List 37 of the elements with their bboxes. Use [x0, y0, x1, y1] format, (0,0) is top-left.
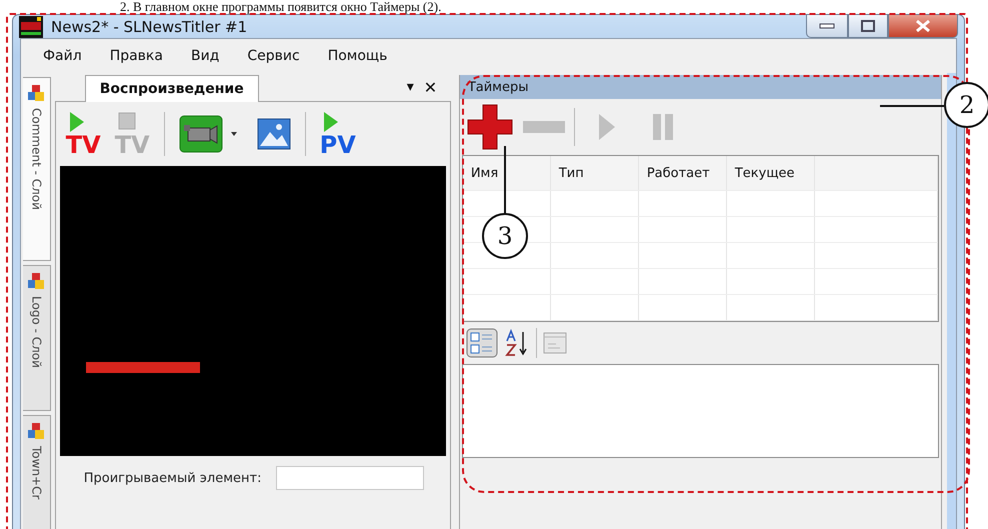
minimize-button[interactable]: [806, 15, 848, 38]
side-tab[interactable]: Logo - Слой: [23, 265, 51, 411]
column-header[interactable]: Текущее: [726, 156, 815, 190]
panel-tab[interactable]: Воспроизведение: [84, 75, 259, 102]
menu-item[interactable]: Сервис: [247, 48, 300, 64]
side-tab[interactable]: Comment - Слой: [23, 77, 51, 261]
menu-item[interactable]: Правка: [110, 48, 163, 64]
close-icon: [915, 19, 931, 33]
close-button[interactable]: [888, 15, 958, 38]
app-logo-icon: [19, 16, 43, 38]
maximize-button[interactable]: [848, 15, 888, 38]
side-tab[interactable]: Town+Cr: [23, 415, 51, 529]
panel-title: Таймеры: [460, 75, 942, 99]
layer-icon: [27, 84, 46, 102]
document-text: 2. В главном окне программы появится окно Таймеры (2).: [119, 0, 442, 14]
dropdown-icon[interactable]: ▾: [406, 79, 414, 95]
menu-item[interactable]: Вид: [190, 48, 220, 64]
column-header[interactable]: Тип: [550, 156, 639, 190]
layer-icon: [27, 272, 46, 290]
column-header[interactable]: Работает: [638, 156, 727, 190]
play-button[interactable]: TV: [66, 111, 101, 157]
leader-line: [503, 146, 507, 214]
window-title: News2* - SLNewsTitler #1: [51, 18, 248, 36]
play-button[interactable]: PV: [320, 111, 356, 157]
menu-item[interactable]: Файл: [43, 48, 82, 64]
add-button[interactable]: [466, 103, 514, 151]
field-label: Проигрываемый элемент:: [84, 470, 262, 486]
layer-icon: [27, 422, 46, 440]
minimize-icon: [819, 23, 835, 29]
image-button[interactable]: [256, 118, 291, 150]
close-icon[interactable]: ✕: [424, 78, 438, 96]
column-header[interactable]: Имя: [462, 156, 551, 190]
playing-item-field[interactable]: [276, 466, 424, 490]
leader-line: [880, 104, 944, 108]
maximize-icon: [861, 20, 875, 32]
menu-item[interactable]: Помощь: [328, 48, 388, 64]
categorized-button[interactable]: [466, 328, 498, 358]
